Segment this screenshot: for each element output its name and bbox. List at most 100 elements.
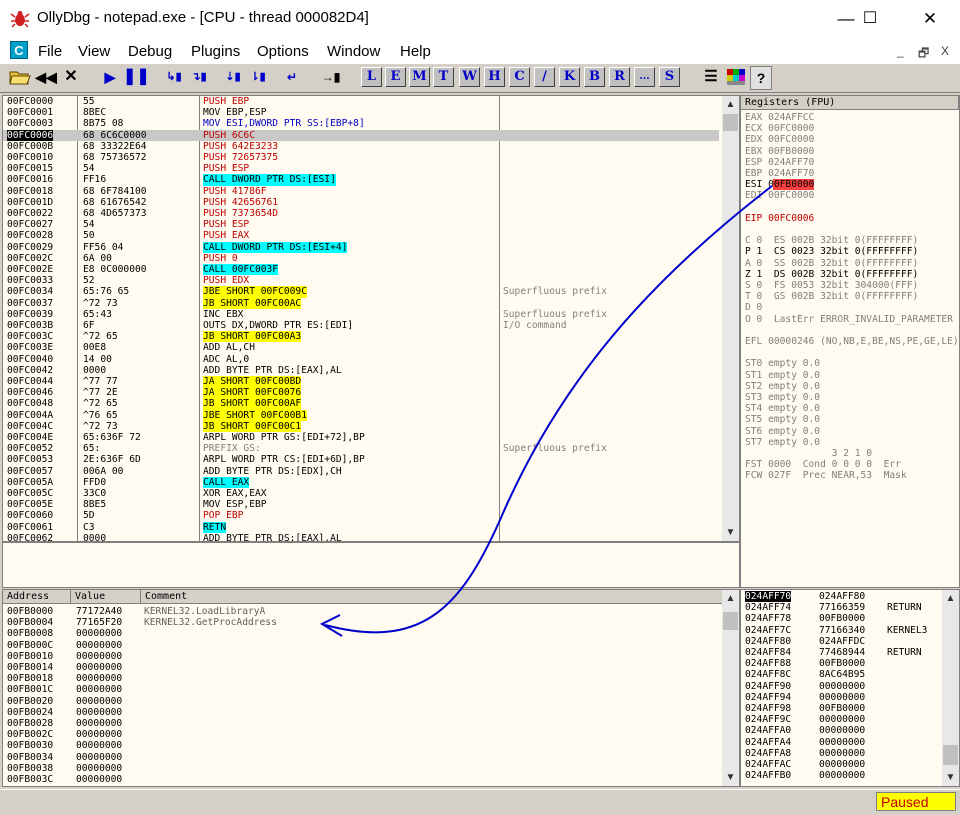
toolbar-windows-button[interactable]: W [459,67,480,87]
register-line[interactable]: EIP 00FC0006 [745,213,814,224]
stack-value[interactable]: 00000000 [819,748,865,759]
scroll-down-arrow-icon[interactable]: ▼ [942,769,959,786]
disasm-address[interactable]: 00FC0057 [7,466,53,477]
help-icon[interactable]: ? [750,66,772,90]
register-line[interactable]: P 1 CS 0023 32bit 0(FFFFFFFF) [745,246,918,257]
disasm-instruction[interactable]: MOV EBP,ESP [203,107,267,118]
register-line[interactable]: T 0 GS 002B 32bit 0(FFFFFFFF) [745,291,918,302]
register-line[interactable]: ST1 empty 0.0 [745,370,820,381]
scroll-thumb[interactable] [943,745,958,765]
disasm-address[interactable]: 00FC0052 [7,443,53,454]
disasm-address[interactable]: 00FC0053 [7,454,53,465]
register-line[interactable]: ESP 024AFF70 [745,157,814,168]
dump-value[interactable]: 00000000 [76,763,122,774]
toolbar-source-button[interactable]: S [659,67,680,87]
stack-scrollbar[interactable]: ▲ ▼ [942,590,959,786]
scroll-up-arrow-icon[interactable]: ▲ [722,96,739,113]
stack-address[interactable]: 024AFF7C [745,625,791,636]
disasm-address[interactable]: 00FC0015 [7,163,53,174]
stack-address[interactable]: 024AFF90 [745,681,791,692]
disasm-address[interactable]: 00FC0048 [7,398,53,409]
menu-debug[interactable]: Debug [128,43,172,60]
menu-file[interactable]: File [38,43,62,60]
disasm-instruction[interactable]: JA SHORT 00FC0076 [203,387,302,399]
disasm-instruction[interactable]: XOR EAX,EAX [203,488,267,499]
register-line[interactable]: EAX 024AFFCC [745,112,814,123]
register-line[interactable]: ST2 empty 0.0 [745,381,820,392]
menu-view[interactable]: View [78,43,110,60]
stack-address[interactable]: 024AFF98 [745,703,791,714]
disasm-instruction[interactable]: PUSH ESP [203,163,249,174]
stack-address[interactable]: 024AFFAC [745,759,791,770]
disasm-instruction[interactable]: PUSH 42656761 [203,197,278,208]
toolbar-threads-button[interactable]: T [433,67,454,87]
disasm-address[interactable]: 00FC0027 [7,219,53,230]
disasm-address[interactable]: 00FC0006 [7,129,54,141]
register-line[interactable]: ST4 empty 0.0 [745,403,820,414]
disasm-instruction[interactable]: CALL 00FC003F [203,264,279,276]
stack-address[interactable]: 024AFF74 [745,602,791,613]
register-line[interactable]: EBP 024AFF70 [745,168,814,179]
disasm-address[interactable]: 00FC0028 [7,230,53,241]
scroll-down-arrow-icon[interactable]: ▼ [722,524,739,541]
disasm-address[interactable]: 00FC004C [7,421,53,432]
disasm-address[interactable]: 00FC0042 [7,365,53,376]
stack-value[interactable]: 00000000 [819,714,865,725]
register-line[interactable]: EDI 00FC0000 [745,190,814,201]
dump-value[interactable]: 00000000 [76,774,122,785]
disasm-instruction[interactable]: PUSH ESP [203,219,249,230]
dump-address[interactable]: 00FB002C [7,729,53,740]
stack-value[interactable]: 00FB0000 [819,658,865,669]
register-line[interactable]: Z 1 DS 002B 32bit 0(FFFFFFFF) [745,269,918,280]
disasm-instruction[interactable]: ADD BYTE PTR DS:[EAX],AL [203,365,342,376]
disasm-instruction[interactable]: JB SHORT 00FC00C1 [203,420,302,432]
disasm-instruction[interactable]: JBE SHORT 00FC009C [203,286,307,298]
disasm-address[interactable]: 00FC0040 [7,354,53,365]
toolbar-runtrace-button[interactable]: ... [634,67,655,87]
stack-address[interactable]: 024AFF84 [745,647,791,658]
disasm-address[interactable]: 00FC0039 [7,309,53,320]
disasm-address[interactable]: 00FC0060 [7,510,53,521]
disasm-address[interactable]: 00FC0046 [7,387,53,398]
dump-address[interactable]: 00FB0024 [7,707,53,718]
disasm-address[interactable]: 00FC000B [7,141,53,152]
disasm-instruction[interactable]: PUSH 7373654D [203,208,278,219]
trace-over-icon[interactable]: ⇂▮ [247,66,269,88]
disassembly-pane[interactable]: 00FC0000 55 PUSH EBP 00FC0001 8BEC MOV EBP,ES… [2,95,740,542]
disasm-instruction[interactable]: OUTS DX,DWORD PTR ES:[EDI] [203,320,353,331]
dump-header-value[interactable]: Value [71,590,141,604]
dump-header-comment[interactable]: Comment [141,590,723,604]
dump-value[interactable]: 00000000 [76,718,122,729]
disasm-address[interactable]: 00FC0018 [7,186,53,197]
stack-value[interactable]: 00000000 [819,681,865,692]
disasm-address[interactable]: 00FC003C [7,331,53,342]
register-line[interactable]: ECX 00FC0000 [745,123,814,134]
disasm-instruction[interactable]: POP EBP [203,510,243,521]
register-line[interactable]: EFL 00000246 (NO,NB,E,BE,NS,PE,GE,LE) [745,336,959,347]
stack-address[interactable]: 024AFF78 [745,613,791,624]
run-icon[interactable]: ▶ [99,66,121,88]
maximize-button[interactable]: ☐ [847,0,893,38]
stack-address[interactable]: 024AFF9C [745,714,791,725]
stack-value[interactable]: 00000000 [819,725,865,736]
disasm-instruction[interactable]: RETN [203,521,227,533]
pause-icon[interactable]: ❚❚ [123,66,150,88]
dump-address[interactable]: 00FB0030 [7,740,53,751]
scroll-up-arrow-icon[interactable]: ▲ [942,590,959,607]
stack-value[interactable]: 77166359 [819,602,865,613]
register-line[interactable]: EDX 00FC0000 [745,134,814,145]
stack-address[interactable]: 024AFF94 [745,692,791,703]
disasm-instruction[interactable]: ADD AL,CH [203,342,255,353]
stack-address[interactable]: 024AFF8C [745,669,791,680]
dump-value[interactable]: 00000000 [76,628,122,639]
dump-address[interactable]: 00FB0028 [7,718,53,729]
stack-value[interactable]: 00FB0000 [819,703,865,714]
disasm-address[interactable]: 00FC0016 [7,174,53,185]
register-line[interactable]: FST 0000 Cond 0 0 0 0 Err [745,459,901,470]
list-icon[interactable]: ☰ [700,66,722,88]
dump-address[interactable]: 00FB0004 [7,617,53,628]
mdi-minimize-button[interactable]: _ [897,44,904,58]
dump-address[interactable]: 00FB0020 [7,696,53,707]
dump-address[interactable]: 00FB0010 [7,651,53,662]
stack-value[interactable]: 77166340 [819,625,865,636]
